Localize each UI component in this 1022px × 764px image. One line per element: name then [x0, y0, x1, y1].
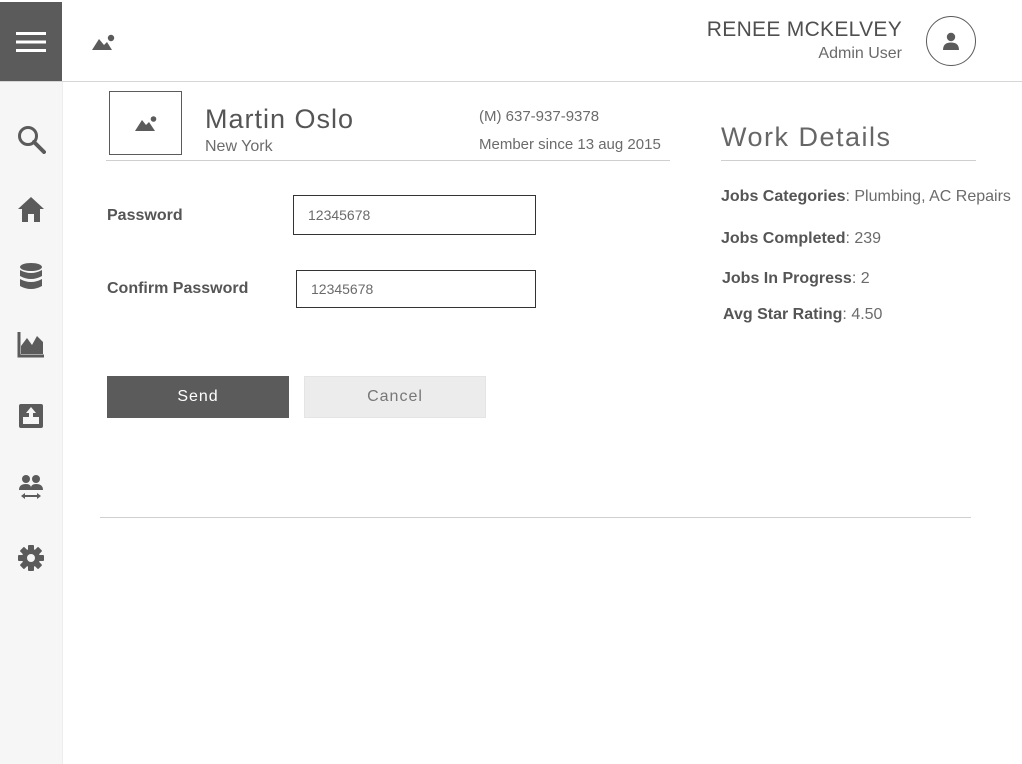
send-button[interactable]: Send [107, 376, 289, 418]
profile-photo [109, 91, 182, 155]
profile-divider [106, 160, 670, 161]
sidebar-item-home[interactable] [16, 194, 46, 224]
user-avatar[interactable] [926, 16, 976, 66]
user-role: Admin User [818, 45, 902, 62]
confirm-password-field[interactable] [296, 270, 536, 308]
gear-icon [18, 545, 44, 571]
top-bar: RENEE MCKELVEY Admin User [0, 0, 1022, 82]
cancel-button[interactable]: Cancel [304, 376, 486, 418]
work-row-key: Jobs Completed [721, 230, 846, 247]
work-row-key: Jobs Categories [721, 188, 846, 205]
profile-member-since: Member since 13 aug 2015 [479, 136, 661, 153]
work-row-key: Jobs In Progress [722, 270, 852, 287]
password-label: Password [107, 207, 183, 224]
search-icon [18, 126, 46, 154]
menu-icon [16, 31, 46, 52]
profile-name: Martin Oslo [205, 104, 355, 134]
work-row-key: Avg Star Rating [723, 306, 843, 323]
section-divider [100, 517, 971, 518]
logo-image-icon [92, 34, 115, 50]
profile-phone: (M) 637-937-9378 [479, 108, 600, 125]
home-icon [18, 197, 44, 222]
work-row-rating: Avg Star Rating: 4.50 [723, 306, 882, 324]
work-row-value: : Plumbing, AC Repairs [845, 188, 1011, 205]
work-row-in-progress: Jobs In Progress: 2 [722, 270, 870, 288]
menu-button[interactable] [0, 2, 62, 81]
profile-city: New York [205, 138, 273, 155]
upload-inbox-icon [19, 404, 43, 428]
work-details-title: Work Details [721, 122, 892, 152]
confirm-password-label: Confirm Password [107, 280, 249, 297]
work-row-value: : 2 [851, 270, 870, 287]
sidebar-item-upload[interactable] [16, 401, 46, 431]
sidebar-item-search[interactable] [16, 124, 46, 154]
image-placeholder-icon [134, 116, 156, 131]
work-row-value: : 239 [845, 230, 882, 247]
sidebar [0, 82, 63, 764]
sidebar-item-database[interactable] [16, 262, 46, 292]
work-row-value: : 4.50 [842, 306, 883, 323]
work-row-categories: Jobs Categories: Plumbing, AC Repairs [721, 188, 1011, 206]
chart-icon [17, 332, 44, 358]
sidebar-item-analytics[interactable] [16, 329, 46, 359]
sidebar-item-users[interactable] [16, 472, 46, 502]
password-field[interactable] [293, 195, 536, 235]
database-icon [20, 263, 42, 289]
users-transfer-icon [19, 475, 43, 499]
sidebar-item-settings[interactable] [16, 543, 46, 573]
user-avatar-icon [943, 32, 959, 50]
work-row-completed: Jobs Completed: 239 [721, 230, 881, 248]
user-name: RENEE MCKELVEY [706, 18, 902, 41]
work-details-divider [721, 160, 976, 161]
